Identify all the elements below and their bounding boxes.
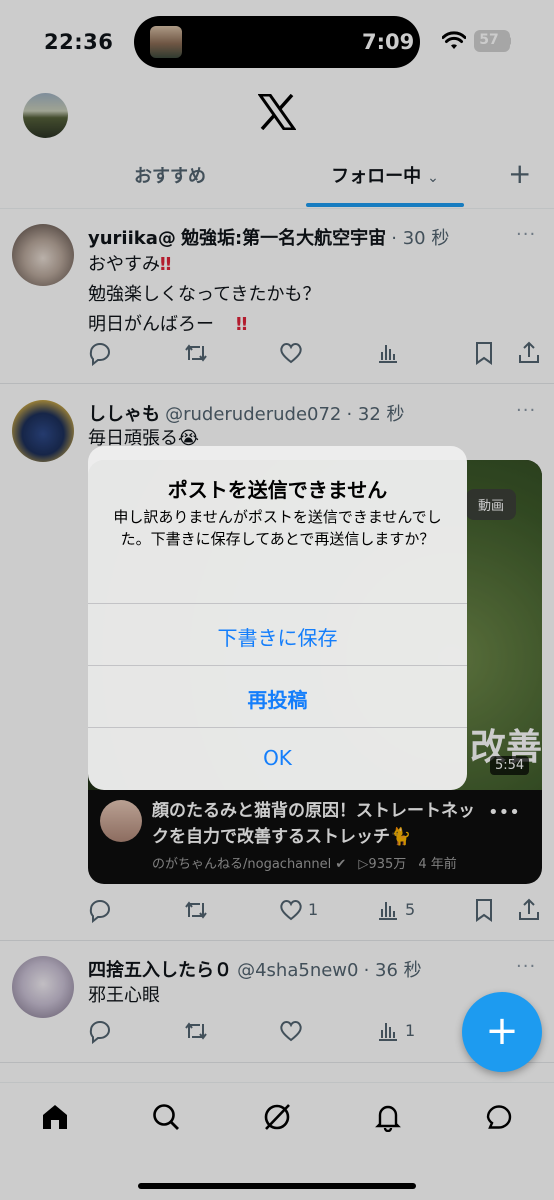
retry-post-button[interactable]: 再投稿 [88,684,467,713]
alert-title: ポストを送信できません [167,478,388,502]
alert-message: 申し訳ありませんがポストを送信できませんでした。下書きに保存してあとで再送信しま… [113,508,442,548]
ok-button[interactable]: OK [88,746,467,770]
alert-separator [88,727,467,728]
compose-button[interactable]: + [462,992,542,1072]
alert-separator [88,603,467,604]
alert-separator [88,665,467,666]
save-draft-button[interactable]: 下書きに保存 [88,622,467,651]
